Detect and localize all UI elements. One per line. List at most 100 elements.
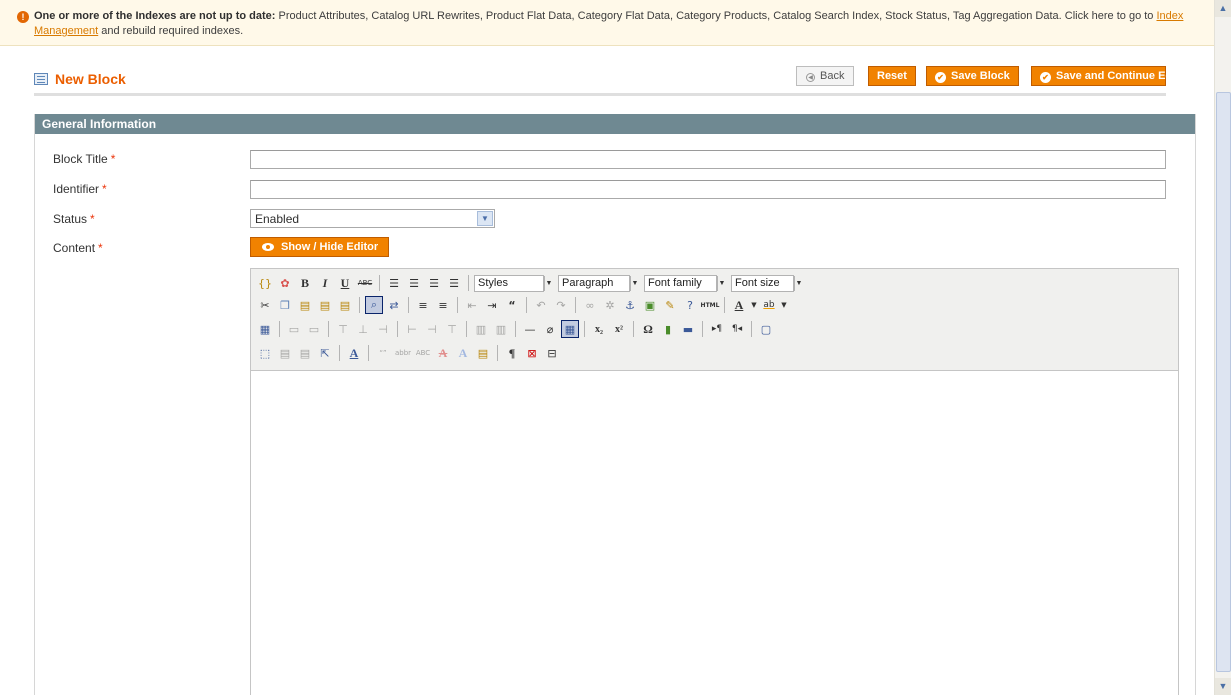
toolbar-separator [339,345,340,361]
remove-format-icon[interactable]: ⌀ [541,320,559,338]
unlink-icon[interactable]: ✲ [601,296,619,314]
reset-button[interactable]: Reset [868,66,916,86]
insert-widget-icon[interactable]: ✿ [276,274,294,292]
chevron-down-icon[interactable]: ▼ [780,296,788,314]
table-insert-icon[interactable]: ▦ [256,320,274,338]
replace-icon[interactable]: ⇄ [385,296,403,314]
styles-select[interactable]: Styles ▼ [474,274,553,292]
delete-row-icon[interactable]: ⊣ [374,320,392,338]
attributes-icon[interactable]: ▤ [474,344,492,362]
numbered-list-icon[interactable]: ≡ [434,296,452,314]
scroll-down-icon[interactable]: ▼ [1215,678,1231,695]
template-icon[interactable]: ⊠ [523,344,541,362]
subscript-icon[interactable]: x₂ [590,320,608,338]
strikethrough-icon[interactable]: ABC [356,274,374,292]
absolute-icon[interactable]: ⇱ [316,344,334,362]
outdent-icon[interactable]: ⇤ [463,296,481,314]
bullet-list-icon[interactable]: ≡ [414,296,432,314]
block-title-input[interactable] [250,150,1166,169]
toolbar-row-4: ⬚ ▤ ▤ ⇱ A “” abbr ABC A A ▤ ¶ ⊠ ⊟ [256,343,561,363]
move-forward-icon[interactable]: ▤ [276,344,294,362]
paragraph-select[interactable]: Paragraph ▼ [558,274,639,292]
media-icon[interactable]: ▮ [659,320,677,338]
save-block-button[interactable]: ✔ Save Block [926,66,1019,86]
rtl-icon[interactable]: ¶◂ [728,320,746,338]
font-size-select[interactable]: Font size ▼ [731,274,803,292]
style-props-icon[interactable]: A [345,344,363,362]
chevron-down-icon[interactable]: ▼ [750,296,758,314]
indent-icon[interactable]: ⇥ [483,296,501,314]
chevron-down-icon: ▼ [794,275,803,291]
toolbar-separator [457,297,458,313]
insert-layer-icon[interactable]: ⬚ [256,344,274,362]
table-row-props-icon[interactable]: ▭ [285,320,303,338]
split-cells-icon[interactable]: ▥ [472,320,490,338]
align-justify-icon[interactable]: ☰ [445,274,463,292]
toolbar-row-1: {} ✿ B I U ABC ☰ ☰ ☰ ☰ Styles ▼ Paragraph… [256,273,803,293]
chevron-down-icon: ▼ [717,275,726,291]
paste-word-icon[interactable]: ▤ [336,296,354,314]
help-icon[interactable]: ? [681,296,699,314]
col-before-icon[interactable]: ⊢ [403,320,421,338]
row-before-icon[interactable]: ⊤ [334,320,352,338]
underline-icon[interactable]: U [336,274,354,292]
cleanup-icon[interactable]: ✎ [661,296,679,314]
image-icon[interactable]: ▣ [641,296,659,314]
status-select[interactable]: Enabled ▼ [250,209,495,228]
page-break-icon[interactable]: ⊟ [543,344,561,362]
chevron-down-icon[interactable]: ▼ [477,211,493,226]
link-icon[interactable]: ∞ [581,296,599,314]
anchor-icon[interactable]: ⚓ [621,296,639,314]
special-char-icon[interactable]: Ω [639,320,657,338]
visual-aid-icon[interactable]: ▦ [561,320,579,338]
align-center-icon[interactable]: ☰ [405,274,423,292]
font-family-select[interactable]: Font family ▼ [644,274,726,292]
show-hide-editor-button[interactable]: Show / Hide Editor [250,237,390,257]
paste-text-icon[interactable]: ▤ [316,296,334,314]
show-blocks-icon[interactable]: ¶ [503,344,521,362]
toolbar-separator [526,297,527,313]
row-after-icon[interactable]: ⊥ [354,320,372,338]
delete-text-icon[interactable]: A [434,344,452,362]
advanced-hr-icon[interactable]: ▬ [679,320,697,338]
back-button[interactable]: ◀ Back [796,66,855,86]
table-cell-props-icon[interactable]: ▭ [305,320,323,338]
redo-icon[interactable]: ↷ [552,296,570,314]
insert-variable-icon[interactable]: {} [256,274,274,292]
background-color-icon[interactable]: ab [760,296,778,314]
save-continue-button[interactable]: ✔ Save and Continue Edit [1031,66,1179,86]
horizontal-rule-icon[interactable]: — [521,320,539,338]
bold-icon[interactable]: B [296,274,314,292]
align-left-icon[interactable]: ☰ [385,274,403,292]
cite-icon[interactable]: “” [374,344,392,362]
col-after-icon[interactable]: ⊣ [423,320,441,338]
identifier-input[interactable] [250,180,1166,199]
merge-cells-icon[interactable]: ▥ [492,320,510,338]
superscript-icon[interactable]: x² [610,320,628,338]
toggle-editor-label: Show / Hide Editor [281,241,379,253]
blockquote-icon[interactable]: “ [503,296,521,314]
status-label: Status * [53,212,95,226]
align-right-icon[interactable]: ☰ [425,274,443,292]
page-scrollbar[interactable]: ▲ ▼ [1214,0,1231,695]
ltr-icon[interactable]: ▸¶ [708,320,726,338]
toolbar-separator [724,297,725,313]
undo-icon[interactable]: ↶ [532,296,550,314]
scroll-up-icon[interactable]: ▲ [1215,0,1231,17]
abbr-icon[interactable]: abbr [394,344,412,362]
paste-icon[interactable]: ▤ [296,296,314,314]
cut-icon[interactable]: ✂ [256,296,274,314]
find-icon[interactable]: ⌕ [365,296,383,314]
copy-icon[interactable]: ❐ [276,296,294,314]
acronym-icon[interactable]: ABC [414,344,432,362]
insert-text-icon[interactable]: A [454,344,472,362]
fullscreen-icon[interactable]: ▢ [757,320,775,338]
editor-content-area[interactable] [251,371,1178,696]
required-mark: * [90,212,95,226]
html-source-icon[interactable]: HTML [701,296,720,314]
text-color-icon[interactable]: A [730,296,748,314]
delete-col-icon[interactable]: ⊤ [443,320,461,338]
scrollbar-thumb[interactable] [1216,92,1231,672]
italic-icon[interactable]: I [316,274,334,292]
move-backward-icon[interactable]: ▤ [296,344,314,362]
